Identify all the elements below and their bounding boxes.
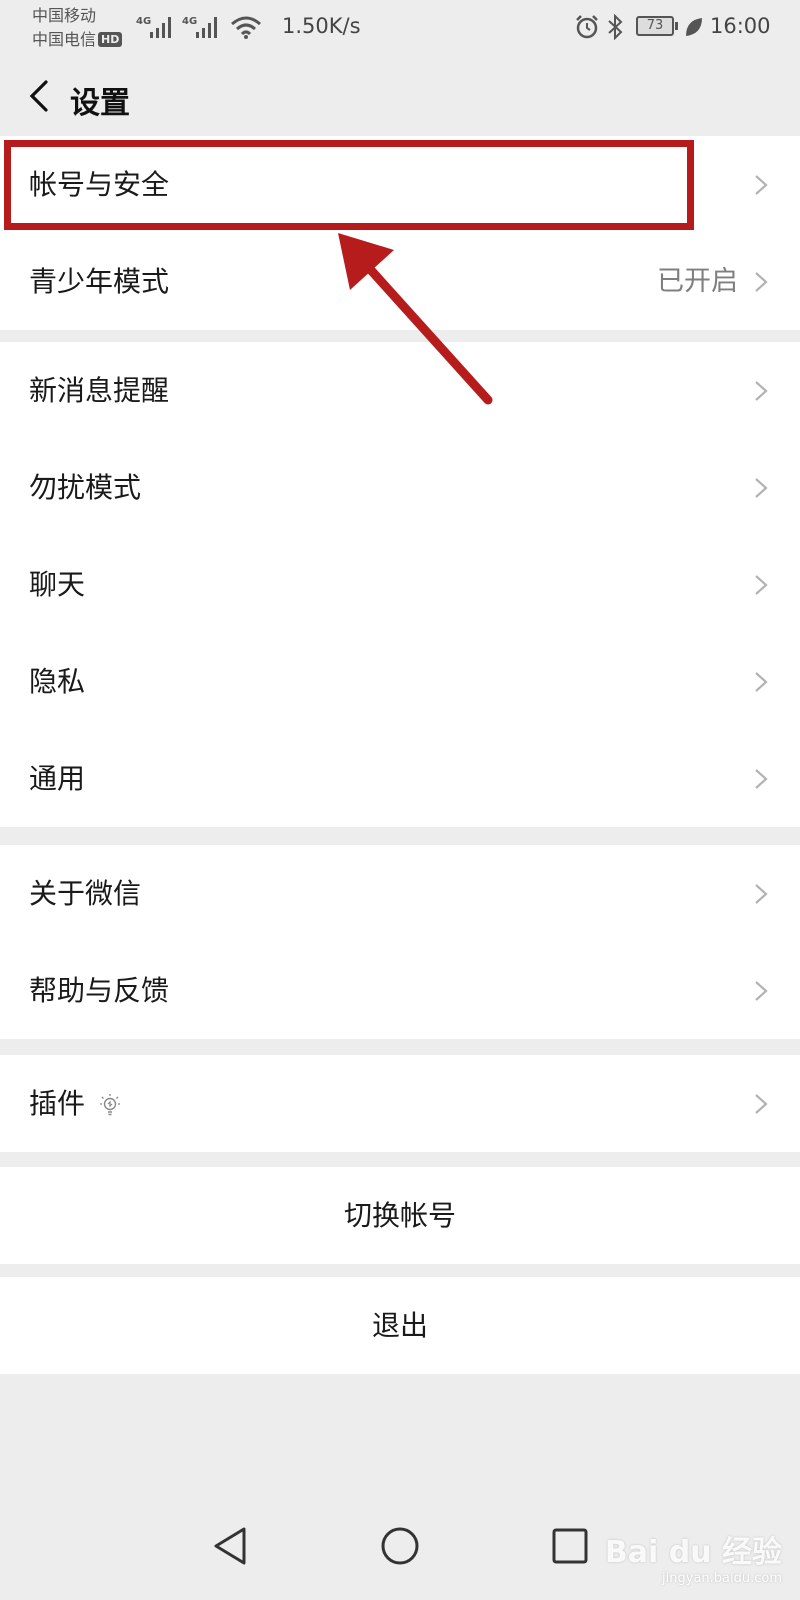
settings-row-youth-mode[interactable]: 青少年模式 已开启 [0, 233, 800, 330]
row-label: 帮助与反馈 [29, 974, 170, 1007]
settings-row-do-not-disturb[interactable]: 勿扰模式 [0, 439, 800, 536]
row-label: 新消息提醒 [29, 374, 170, 407]
carrier-1: 中国移动 [32, 6, 97, 25]
network-2: 4G [182, 16, 197, 27]
switch-account-button[interactable]: 切换帐号 [0, 1167, 800, 1264]
nav-back-icon[interactable] [208, 1524, 252, 1568]
settings-row-about-wechat[interactable]: 关于微信 [0, 845, 800, 942]
chevron-right-icon [755, 769, 768, 789]
settings-row-new-message-alert[interactable]: 新消息提醒 [0, 342, 800, 439]
watermark-url: jingyan.baidu.com [662, 1571, 782, 1586]
carrier-info: 中国移动 中国电信 HD [32, 4, 123, 52]
row-label: 关于微信 [29, 877, 142, 910]
signal-icon: 4G [136, 16, 171, 38]
header-bar: 设置 [0, 58, 800, 136]
watermark: Bai du 经验 jingyan.baidu.com [605, 1527, 782, 1586]
signal-icon: 4G [182, 16, 217, 38]
settings-row-plugins[interactable]: 插件 [0, 1055, 800, 1152]
leaf-icon [686, 18, 702, 36]
network-1: 4G [136, 16, 151, 27]
settings-row-help-feedback[interactable]: 帮助与反馈 [0, 942, 800, 1039]
annotation-highlight-box [4, 140, 694, 230]
row-label: 隐私 [29, 665, 86, 698]
lightbulb-icon [100, 1094, 120, 1116]
carrier-2: 中国电信 [32, 30, 97, 49]
row-label: 聊天 [29, 568, 86, 601]
chevron-right-icon [755, 272, 768, 292]
youth-mode-status: 已开启 [657, 266, 738, 297]
chevron-right-icon [755, 478, 768, 498]
settings-group-plugins: 插件 [0, 1055, 800, 1152]
chevron-right-icon [755, 672, 768, 692]
alarm-icon [576, 15, 598, 39]
switch-account-label: 切换帐号 [343, 1199, 456, 1232]
clock: 16:00 [710, 14, 771, 38]
chevron-right-icon [755, 1094, 768, 1114]
system-nav-bar: Bai du 经验 jingyan.baidu.com [0, 1490, 800, 1600]
row-label: 勿扰模式 [29, 471, 142, 504]
nav-recents-icon[interactable] [548, 1524, 592, 1568]
battery-icon: 73 [636, 16, 678, 36]
settings-group-general: 新消息提醒 勿扰模式 聊天 隐私 通用 [0, 342, 800, 827]
row-label: 青少年模式 [29, 265, 170, 298]
settings-row-chat[interactable]: 聊天 [0, 536, 800, 633]
chevron-right-icon [755, 575, 768, 595]
chevron-right-icon [755, 381, 768, 401]
logout-button[interactable]: 退出 [0, 1277, 800, 1374]
status-bar: 中国移动 中国电信 HD 4G 4G 1.50K/s 73 16:00 [0, 0, 800, 58]
settings-row-privacy[interactable]: 隐私 [0, 633, 800, 730]
wifi-icon [231, 16, 261, 39]
nav-home-icon[interactable] [378, 1524, 422, 1568]
logout-label: 退出 [371, 1309, 428, 1342]
settings-group-about: 关于微信 帮助与反馈 [0, 845, 800, 1039]
row-label: 通用 [29, 762, 86, 795]
settings-row-general[interactable]: 通用 [0, 730, 800, 827]
back-arrow-icon[interactable] [20, 76, 60, 116]
bluetooth-icon [608, 14, 623, 40]
hd-badge: HD [98, 32, 123, 47]
chevron-right-icon [755, 175, 768, 195]
row-label: 插件 [29, 1087, 86, 1120]
chevron-right-icon [755, 981, 768, 1001]
chevron-right-icon [755, 884, 768, 904]
watermark-brand: Bai du 经验 [604, 1535, 782, 1570]
network-speed: 1.50K/s [282, 14, 361, 38]
page-title: 设置 [70, 86, 130, 121]
